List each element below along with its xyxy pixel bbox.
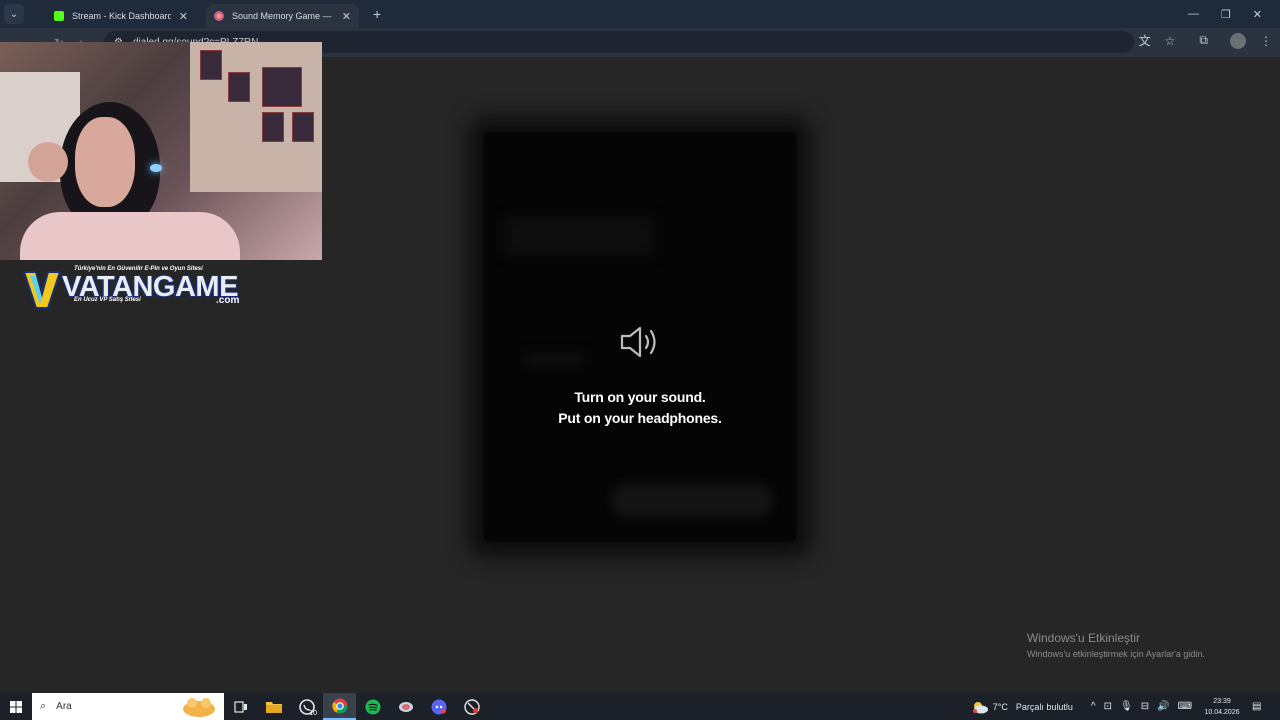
- close-icon[interactable]: ✕: [179, 10, 188, 23]
- taskbar-search-input[interactable]: ⌕ Ara: [32, 693, 224, 720]
- watermark-subtitle: Windows'u etkinleştirmek için Ayarlar'a …: [1027, 649, 1205, 659]
- minimize-icon[interactable]: —: [1188, 8, 1199, 21]
- whatsapp-badge: 10: [309, 710, 317, 717]
- window-controls: — ❐ ✕: [1188, 8, 1280, 21]
- keyboard-icon[interactable]: ⌨: [1178, 701, 1192, 712]
- task-view-icon[interactable]: [224, 693, 257, 720]
- dialed-icon: [214, 11, 224, 21]
- restore-icon[interactable]: ❐: [1221, 8, 1231, 21]
- tab-strip: ⌄ Stream - Kick Dashboard ✕ Sound Memory…: [0, 0, 1280, 28]
- translate-icon[interactable]: 文: [1139, 32, 1151, 49]
- system-tray: 7°C Parçalı bulutlu ^ ⊡ 🎙 ⊟ 🔊 ⌨ 23:39 10…: [971, 693, 1280, 720]
- search-icon: ⌕: [40, 700, 47, 712]
- toolbar-actions: 文 ☆ ⧉ ⋮: [1139, 32, 1272, 49]
- webcam-poster: [262, 112, 284, 142]
- logo-domain: .com: [216, 295, 240, 306]
- close-window-icon[interactable]: ✕: [1253, 8, 1262, 21]
- new-tab-button[interactable]: +: [373, 6, 381, 22]
- tab-title: Stream - Kick Dashboard: [72, 11, 171, 21]
- sound-instruction: Turn on your sound.: [574, 389, 706, 405]
- windows-activation-watermark: Windows'u Etkinleştir Windows'u etkinleş…: [1027, 631, 1205, 659]
- extensions-icon[interactable]: ⧉: [1199, 33, 1208, 48]
- windows-taskbar: ⌕ Ara 10 7°C Parçalı bulutlu ^ ⊡ 🎙 ⊟ 🔊 ⌨…: [0, 693, 1280, 720]
- whatsapp-icon[interactable]: 10: [290, 693, 323, 720]
- logo-subtitle: En Ucuz VP Satış Sitesi: [74, 297, 141, 303]
- spotify-icon[interactable]: [356, 693, 389, 720]
- file-explorer-icon[interactable]: [257, 693, 290, 720]
- blurred-title: [504, 217, 654, 255]
- discord-icon[interactable]: [422, 693, 455, 720]
- webcam-overlay: [0, 42, 322, 260]
- tab-kick-dashboard[interactable]: Stream - Kick Dashboard ✕: [46, 4, 196, 28]
- weather-cloud-icon: [972, 701, 988, 713]
- clock-time: 23:39: [1213, 697, 1231, 705]
- tab-search-icon[interactable]: ⌄: [4, 4, 24, 24]
- tab-sound-memory-game[interactable]: Sound Memory Game — How ✕: [206, 4, 359, 28]
- webcam-person-face: [75, 117, 135, 207]
- webcam-poster: [228, 72, 250, 102]
- clock[interactable]: 23:39 10.04.2026: [1202, 696, 1242, 718]
- chevron-up-icon[interactable]: ^: [1091, 701, 1096, 712]
- blurred-text: [524, 352, 584, 366]
- webcam-poster: [292, 112, 314, 142]
- webcam-poster: [262, 67, 302, 107]
- webcam-person-hand: [28, 142, 68, 182]
- search-highlight-icon: [183, 698, 215, 717]
- tray-icons: ^ ⊡ 🎙 ⊟ 🔊 ⌨: [1091, 701, 1192, 712]
- meet-now-icon[interactable]: ⊡: [1104, 701, 1112, 712]
- weather-widget[interactable]: 7°C Parçalı bulutlu: [971, 700, 1073, 714]
- notification-center-icon[interactable]: ▤: [1252, 701, 1272, 712]
- network-icon[interactable]: ⊟: [1141, 701, 1149, 712]
- logo-v-icon: [22, 271, 62, 309]
- speaker-icon: [620, 326, 656, 358]
- weather-temp: 7°C: [992, 701, 1008, 712]
- close-icon[interactable]: ✕: [342, 10, 351, 23]
- chrome-icon[interactable]: [323, 693, 356, 720]
- blurred-start-button[interactable]: [612, 484, 772, 518]
- windows-start-icon[interactable]: [0, 693, 32, 720]
- menu-icon[interactable]: ⋮: [1260, 34, 1272, 48]
- watermark-title: Windows'u Etkinleştir: [1027, 631, 1140, 645]
- app-icon[interactable]: [389, 693, 422, 720]
- clock-date: 10.04.2026: [1204, 708, 1240, 716]
- sound-prompt-modal: Turn on your sound. Put on your headphon…: [484, 132, 796, 542]
- search-placeholder: Ara: [56, 701, 72, 712]
- volume-icon[interactable]: 🔊: [1157, 701, 1169, 712]
- recording-app-icon[interactable]: [455, 693, 488, 720]
- bookmark-star-icon[interactable]: ☆: [1165, 34, 1176, 48]
- vatangame-logo: Türkiye'nin En Güvenilir E-Pin ve Oyun S…: [22, 264, 254, 312]
- headphones-instruction: Put on your headphones.: [558, 410, 722, 426]
- tab-title: Sound Memory Game — How: [232, 11, 334, 21]
- microphone-icon[interactable]: 🎙: [1120, 701, 1133, 712]
- headset-light: [150, 164, 162, 172]
- weather-desc: Parçalı bulutlu: [1015, 701, 1073, 712]
- webcam-person-body: [20, 212, 240, 260]
- webcam-poster: [200, 50, 222, 80]
- profile-avatar[interactable]: [1230, 32, 1246, 49]
- kick-icon: [54, 11, 64, 21]
